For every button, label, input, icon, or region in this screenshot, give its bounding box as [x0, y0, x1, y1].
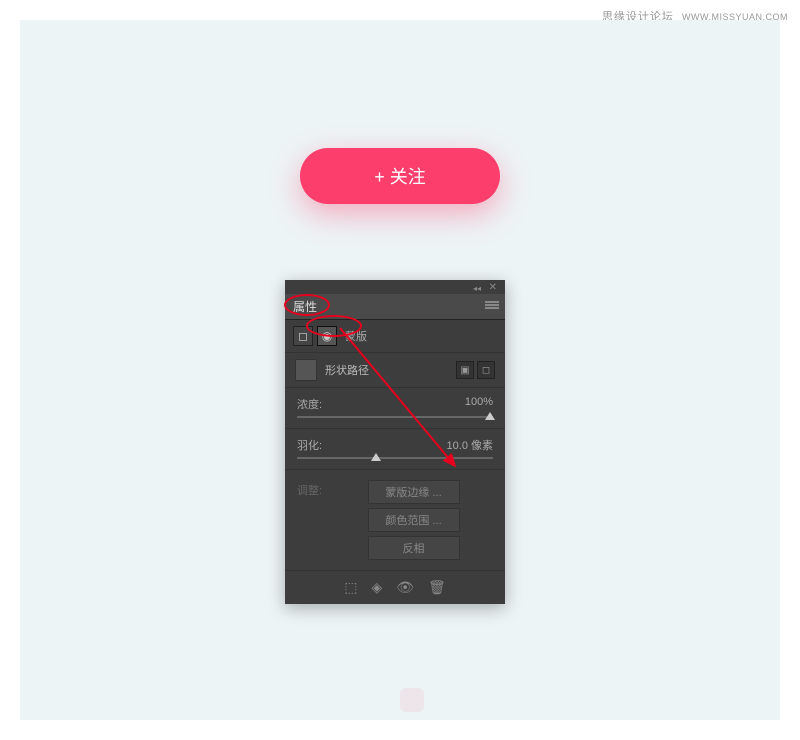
panel-tab-label: 属性: [293, 300, 317, 314]
collapse-icon[interactable]: ◂◂: [473, 284, 481, 293]
feather-label: 羽化:: [297, 437, 322, 453]
adjust-label: 调整:: [297, 480, 322, 560]
apply-mask-icon[interactable]: ◈: [371, 579, 382, 596]
mask-edge-button[interactable]: 蒙版边缘 ...: [368, 480, 460, 504]
feather-slider[interactable]: [297, 457, 493, 459]
mask-icon[interactable]: ◉: [317, 326, 337, 346]
adjust-row: 调整: 蒙版边缘 ... 颜色范围 ... 反相: [285, 469, 505, 570]
pixel-mask-icon[interactable]: ▣: [456, 361, 474, 379]
density-label: 浓度:: [297, 396, 322, 412]
delete-icon[interactable]: 🗑: [428, 579, 446, 596]
follow-button[interactable]: + 关注: [300, 148, 500, 204]
panel-menu-icon[interactable]: [485, 300, 499, 310]
color-range-button[interactable]: 颜色范围 ...: [368, 508, 460, 532]
density-value: 100%: [465, 396, 493, 412]
panel-tab[interactable]: 属性: [285, 294, 505, 320]
shadow-preview: [400, 688, 424, 712]
vector-mask-icon[interactable]: ◻: [477, 361, 495, 379]
load-selection-icon[interactable]: ⬚: [344, 579, 357, 596]
mask-label: 蒙版: [345, 328, 367, 344]
properties-panel: ◂◂ ✕ 属性 ◻ ◉ 蒙版 形状路径 ▣ ◻ 浓度: 100%: [285, 280, 505, 604]
feather-row: 羽化: 10.0 像素: [285, 428, 505, 469]
density-row: 浓度: 100%: [285, 387, 505, 428]
feather-value: 10.0 像素: [447, 437, 493, 453]
feather-slider-thumb[interactable]: [371, 453, 381, 461]
shape-path-row: 形状路径 ▣ ◻: [285, 352, 505, 387]
invert-button[interactable]: 反相: [368, 536, 460, 560]
shape-path-label: 形状路径: [325, 362, 369, 378]
bounds-icon[interactable]: ◻: [293, 326, 313, 346]
close-icon[interactable]: ✕: [489, 282, 497, 293]
density-slider-thumb[interactable]: [485, 412, 495, 420]
shape-thumbnail: [295, 359, 317, 381]
mask-mode-row: ◻ ◉ 蒙版: [285, 320, 505, 352]
follow-button-label: + 关注: [374, 163, 426, 189]
panel-header: ◂◂ ✕: [285, 280, 505, 294]
visibility-icon[interactable]: 👁: [396, 579, 414, 596]
panel-footer: ⬚ ◈ 👁 🗑: [285, 570, 505, 604]
density-slider[interactable]: [297, 416, 493, 418]
